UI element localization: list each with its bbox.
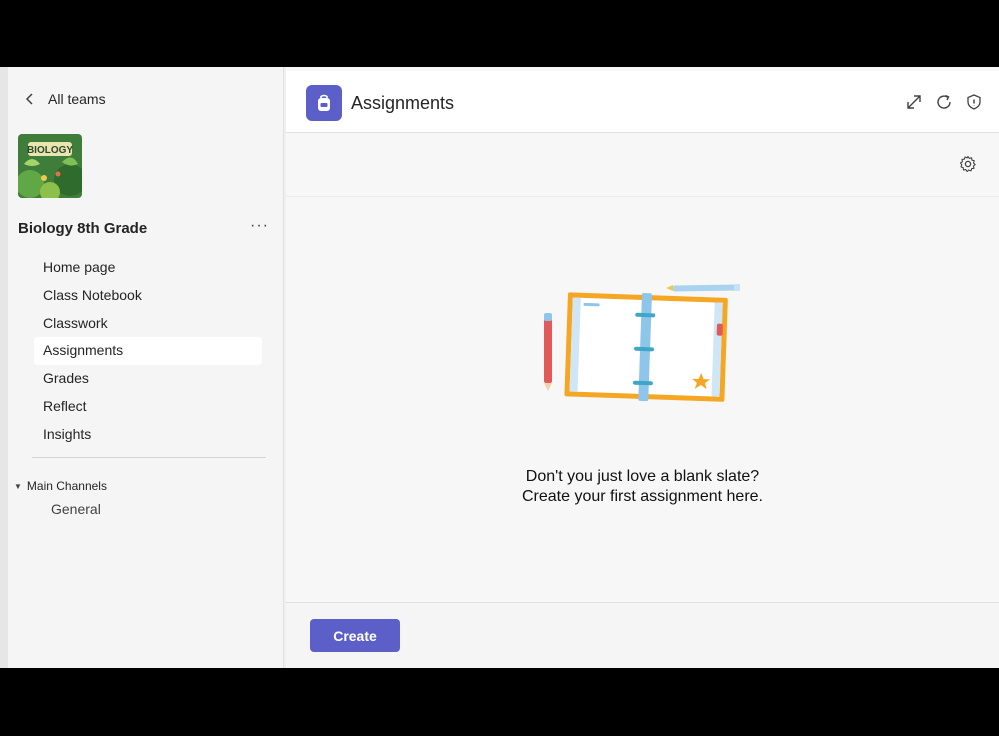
nav-item-assignments[interactable]: Assignments — [34, 337, 262, 366]
gear-icon[interactable] — [959, 155, 977, 173]
svg-text:BIOLOGY: BIOLOGY — [27, 145, 73, 156]
teams-window: All teams BIOLOGY Biology 8th Grade ··· … — [0, 67, 999, 668]
empty-notebook-illustration — [544, 284, 740, 402]
header-actions — [905, 93, 983, 111]
team-nav: Home page Class Notebook Classwork Assig… — [34, 254, 262, 449]
nav-item-home-page[interactable]: Home page — [34, 254, 262, 282]
all-teams-label: All teams — [48, 91, 106, 107]
create-button[interactable]: Create — [310, 619, 400, 652]
all-teams-link[interactable]: All teams — [24, 91, 106, 107]
app-rail — [0, 67, 8, 668]
nav-item-class-notebook[interactable]: Class Notebook — [34, 282, 262, 310]
team-sidebar: All teams BIOLOGY Biology 8th Grade ··· … — [8, 67, 284, 668]
page-title: Assignments — [351, 93, 455, 113]
caret-down-icon: ▼ — [14, 481, 22, 491]
empty-state-message: Don't you just love a blank slate? Creat… — [286, 467, 999, 507]
sidebar-divider — [32, 457, 266, 458]
app-header: Assignments — [286, 71, 999, 133]
assignments-pane: Assignments Don't you just love a blank … — [286, 67, 999, 668]
expand-icon[interactable] — [905, 93, 923, 111]
nav-item-grades[interactable]: Grades — [34, 365, 262, 393]
team-avatar: BIOLOGY — [18, 134, 82, 198]
empty-state-line-2: Create your first assignment here. — [522, 488, 763, 505]
empty-state-line-1: Don't you just love a blank slate? — [525, 468, 760, 485]
channel-item-general[interactable]: General — [51, 501, 101, 517]
nav-item-classwork[interactable]: Classwork — [34, 310, 262, 338]
team-more-options-button[interactable]: ··· — [250, 217, 269, 235]
assignments-footer: Create — [286, 602, 999, 668]
assignments-toolbar — [286, 133, 999, 197]
shield-icon[interactable] — [965, 93, 983, 111]
team-name: Biology 8th Grade — [18, 220, 148, 237]
channels-header[interactable]: ▼ Main Channels — [14, 479, 107, 493]
nav-item-reflect[interactable]: Reflect — [34, 393, 262, 421]
channels-header-label: Main Channels — [26, 479, 107, 493]
refresh-icon[interactable] — [935, 93, 953, 111]
assignments-app-icon — [306, 85, 342, 121]
nav-item-insights[interactable]: Insights — [34, 421, 262, 449]
biology-logo: BIOLOGY — [18, 134, 82, 198]
chevron-left-icon — [25, 93, 33, 105]
backpack-icon — [318, 94, 330, 111]
